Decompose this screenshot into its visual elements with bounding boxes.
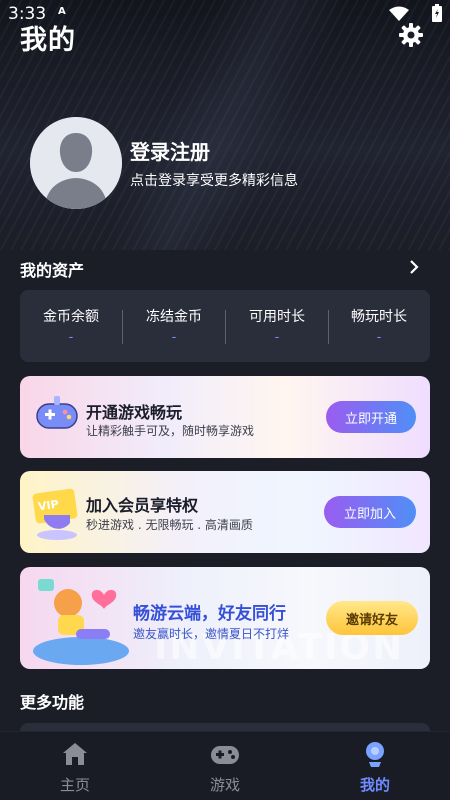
asset-label: 冻结金币 [146,309,202,325]
asset-label: 金币余额 [43,309,99,325]
asset-label: 畅玩时长 [351,309,407,325]
gamepad-icon [211,746,239,764]
tab-home[interactable]: 主页 [0,732,150,800]
asset-frozen-coins[interactable]: 冻结金币 - [123,290,225,362]
assets-section-title: 我的资产 [20,261,85,280]
tab-label: 游戏 [209,776,240,794]
card-title: 开通游戏畅玩 [86,403,183,422]
card-title: 加入会员享特权 [86,496,199,515]
card-subtitle: 秒进游戏 . 无限畅玩 . 高清画质 [86,518,253,532]
notification-icon: A [58,6,66,17]
character-illustration-icon [33,579,129,665]
home-icon [63,743,87,765]
asset-value: - [376,330,382,345]
invite-friends-card[interactable]: INVITATION 畅游云端，好友同行 邀友赢时长，邀情夏日不打烊 邀请好友 [20,567,430,669]
wifi-icon [389,6,409,21]
gamepad-icon [36,396,78,429]
asset-label: 可用时长 [249,309,305,325]
tab-mine[interactable]: 我的 [300,732,450,800]
gear-icon[interactable] [398,22,424,48]
page-title: 我的 [20,25,76,56]
invite-friends-button[interactable]: 邀请好友 [326,601,418,635]
open-now-button[interactable]: 立即开通 [326,401,416,433]
asset-value: - [171,330,177,345]
more-features-title: 更多功能 [20,693,85,712]
profile-icon [366,742,384,767]
card-subtitle: 让精彩触手可及，随时畅享游戏 [86,424,255,438]
join-now-button[interactable]: 立即加入 [324,496,416,528]
login-register-title[interactable]: 登录注册 [130,136,210,165]
card-subtitle: 邀友赢时长，邀情夏日不打烊 [133,627,290,641]
asset-value: - [274,330,280,345]
battery-icon [432,4,442,22]
open-game-card[interactable]: 开通游戏畅玩 让精彩触手可及，随时畅享游戏 立即开通 [20,376,430,458]
tab-label: 主页 [59,776,90,794]
tab-games[interactable]: 游戏 [150,732,300,800]
tab-label: 我的 [359,776,390,794]
bottom-tab-bar: 主页 游戏 我的 [0,731,450,800]
asset-play-time[interactable]: 畅玩时长 - [328,290,430,362]
asset-coin-balance[interactable]: 金币余额 - [20,290,122,362]
asset-available-time[interactable]: 可用时长 - [226,290,328,362]
vip-card[interactable]: VIP 加入会员享特权 秒进游戏 . 无限畅玩 . 高清画质 立即加入 [20,471,430,553]
assets-panel: 金币余额 - 冻结金币 - 可用时长 - 畅玩时长 - [20,290,430,362]
chevron-right-icon[interactable] [408,259,420,275]
card-title: 畅游云端，好友同行 [133,604,286,624]
asset-value: - [68,330,74,345]
login-hint[interactable]: 点击登录享受更多精彩信息 [130,170,298,190]
default-avatar-icon [30,117,122,209]
avatar[interactable] [30,117,122,209]
